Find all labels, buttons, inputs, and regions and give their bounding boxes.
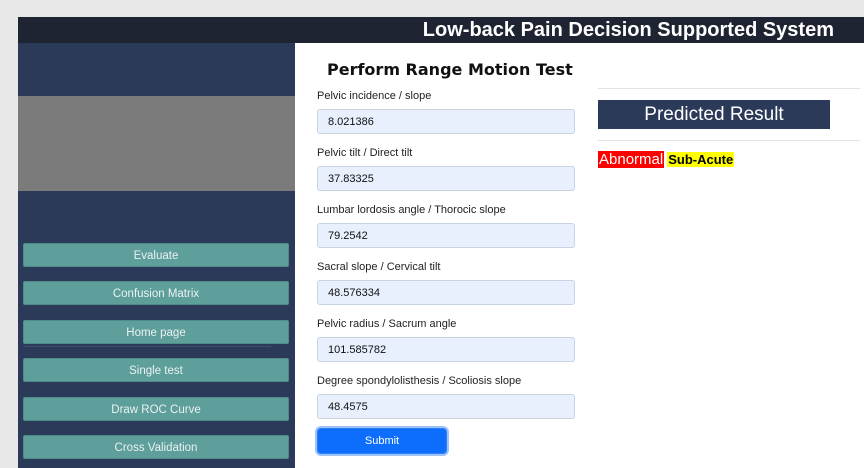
pelvic-radius-label: Pelvic radius / Sacrum angle [317,318,457,330]
lumbar-lordosis-label: Lumbar lordosis angle / Thorocic slope [317,204,506,216]
abnormal-status-badge: Abnormal [598,151,665,168]
home-page-button[interactable]: Home page [23,320,289,344]
submit-button[interactable]: Submit [317,428,447,454]
cross-validation-button[interactable]: Cross Validation [23,435,289,459]
sub-acute-stage-badge: Sub-Acute [667,152,735,167]
main-content: Perform Range Motion Test Pelvic inciden… [295,43,864,468]
spondylolisthesis-input[interactable] [317,394,575,419]
evaluate-button[interactable]: Evaluate [23,243,289,267]
app-title: Low-back Pain Decision Supported System [422,19,834,41]
result-divider-top [598,88,860,89]
draw-roc-curve-button[interactable]: Draw ROC Curve [23,397,289,421]
pelvic-tilt-label: Pelvic tilt / Direct tilt [317,147,413,159]
confusion-matrix-button[interactable]: Confusion Matrix [23,281,289,305]
sidebar-divider [23,346,271,347]
sacral-slope-input[interactable] [317,280,575,305]
sacral-slope-label: Sacral slope / Cervical tilt [317,261,441,273]
header-bar: Low-back Pain Decision Supported System [18,17,864,43]
form-title: Perform Range Motion Test [327,60,573,79]
pelvic-radius-input[interactable] [317,337,575,362]
lumbar-lordosis-input[interactable] [317,223,575,248]
sidebar: Evaluate Confusion Matrix Home page Sing… [18,43,295,468]
pelvic-tilt-input[interactable] [317,166,575,191]
pelvic-incidence-label: Pelvic incidence / slope [317,90,432,102]
spondylolisthesis-label: Degree spondylolisthesis / Scoliosis slo… [317,375,522,387]
app-window: Low-back Pain Decision Supported System … [0,0,864,468]
sidebar-header-block [18,43,295,96]
predicted-result-heading: Predicted Result [598,100,830,129]
single-test-button[interactable]: Single test [23,358,289,382]
prediction-output: Abnormal Sub-Acute [598,151,735,169]
pelvic-incidence-input[interactable] [317,109,575,134]
result-divider-bottom [598,140,860,141]
